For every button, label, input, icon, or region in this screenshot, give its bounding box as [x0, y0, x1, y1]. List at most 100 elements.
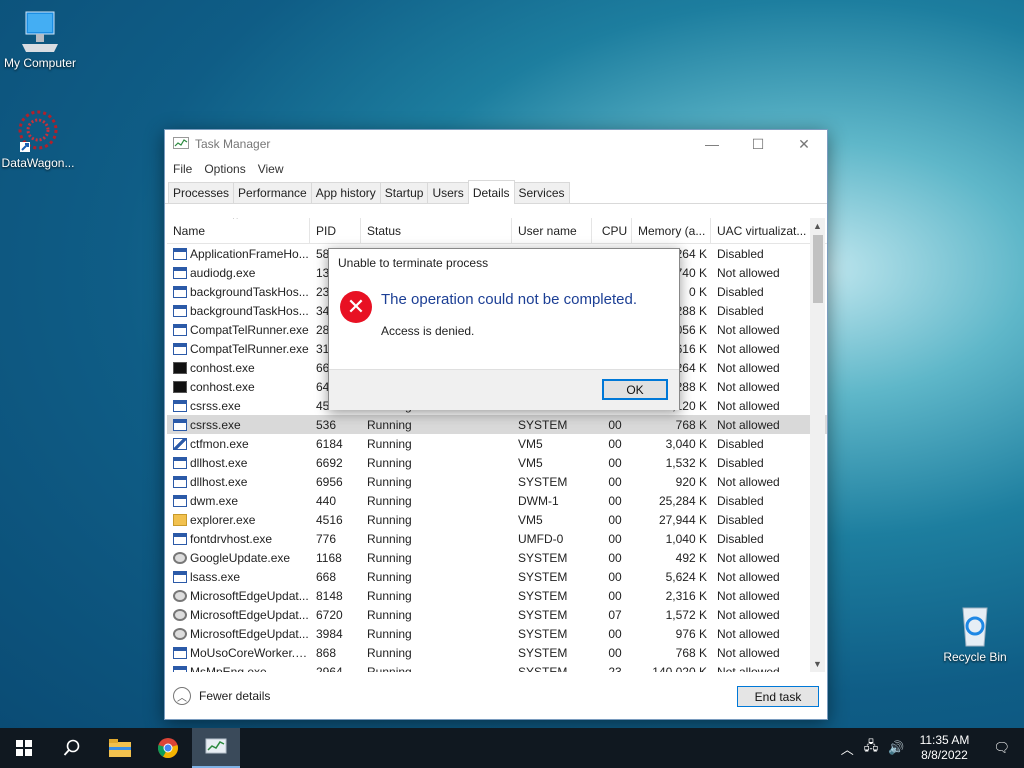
table-row[interactable]: MoUsoCoreWorker.e... 868 Running SYSTEM 00 76… [167, 643, 827, 662]
process-name-label: audiodg.exe [190, 265, 256, 280]
start-button[interactable] [0, 728, 48, 768]
end-task-button[interactable]: End task [737, 686, 819, 707]
process-name: MoUsoCoreWorker.e... [167, 646, 310, 660]
process-name: GoogleUpdate.exe [167, 551, 310, 565]
process-memory: 492 K [675, 550, 707, 565]
process-icon [173, 361, 187, 374]
process-pid: 776 [316, 531, 337, 546]
table-row[interactable]: explorer.exe 4516 Running VM5 00 27,944 K Disa… [167, 510, 827, 529]
process-status: Running [367, 436, 412, 451]
taskbar-chrome[interactable] [144, 728, 192, 768]
process-cpu: 00 [608, 436, 622, 451]
notification-icon[interactable]: 🗨 [979, 740, 1024, 756]
process-user: SYSTEM [518, 588, 568, 603]
process-uac: Not allowed [717, 379, 780, 394]
process-cpu: 00 [608, 474, 622, 489]
process-name-label: explorer.exe [190, 512, 256, 527]
process-name-label: dwm.exe [190, 493, 239, 508]
network-icon[interactable]: 🖧 [859, 737, 884, 759]
table-row[interactable]: dllhost.exe 6956 Running SYSTEM 00 920 K Not a… [167, 472, 827, 491]
column-header-uac[interactable]: UAC virtualizat... [711, 218, 813, 244]
close-button[interactable]: ✕ [781, 130, 827, 158]
column-header-memory[interactable]: Memory (a... [632, 218, 711, 244]
maximize-button[interactable]: ☐ [735, 130, 781, 158]
table-row[interactable]: MicrosoftEdgeUpdat... 3984 Running SYSTEM 00… [167, 624, 827, 643]
system-tray: ︿ 🖧 🔊 11:35 AM 8/8/2022 🗨 [836, 728, 1024, 768]
process-cpu: 00 [608, 569, 622, 584]
process-name-label: ctfmon.exe [190, 436, 249, 451]
search-button[interactable] [48, 728, 96, 768]
table-header: ^ Name PID Status User name CPU Memory (… [167, 218, 827, 244]
table-row[interactable]: MicrosoftEdgeUpdat... 6720 Running SYSTEM 07… [167, 605, 827, 624]
desktop-icon-label: DataWagon... [1, 156, 75, 170]
fewer-details-button[interactable]: ︿ Fewer details [173, 687, 270, 705]
chevron-up-icon[interactable]: ︿ [836, 739, 859, 758]
process-pid: 6692 [316, 455, 343, 470]
table-row[interactable]: MsMpEng.exe 2964 Running SYSTEM 23 140,020 K N… [167, 662, 827, 672]
error-icon: ✕ [340, 291, 372, 323]
column-header-cpu[interactable]: CPU [592, 218, 632, 244]
task-manager-icon [205, 738, 227, 754]
process-name-label: GoogleUpdate.exe [190, 550, 291, 565]
menu-file[interactable]: File [167, 162, 198, 176]
process-cpu: 00 [608, 531, 622, 546]
process-pid: 6720 [316, 607, 343, 622]
tab-processes[interactable]: Processes [168, 182, 235, 203]
process-cpu: 00 [608, 417, 622, 432]
table-row[interactable]: csrss.exe 536 Running SYSTEM 00 768 K Not allo… [167, 415, 827, 434]
process-name-label: backgroundTaskHos... [190, 284, 309, 299]
task-manager-window: Task Manager — ☐ ✕ File Options View Pro… [164, 129, 828, 720]
process-name-label: backgroundTaskHos... [190, 303, 309, 318]
title-bar[interactable]: Task Manager — ☐ ✕ [165, 130, 827, 158]
process-name: audiodg.exe [167, 266, 310, 280]
taskbar-task-manager[interactable] [192, 728, 240, 768]
volume-icon[interactable]: 🔊 [883, 740, 909, 756]
dialog-body: ✕ The operation could not be completed. … [329, 277, 679, 369]
process-uac: Not allowed [717, 417, 780, 432]
tab-users[interactable]: Users [427, 182, 469, 203]
process-memory: 140,020 K [652, 664, 707, 673]
process-uac: Not allowed [717, 474, 780, 489]
scroll-thumb[interactable] [813, 235, 823, 303]
dialog-title[interactable]: Unable to terminate process [329, 249, 679, 277]
process-name-label: conhost.exe [190, 360, 255, 375]
process-name: dllhost.exe [167, 475, 310, 489]
tab-startup[interactable]: Startup [379, 182, 429, 203]
process-uac: Not allowed [717, 341, 780, 356]
table-row[interactable]: dllhost.exe 6692 Running VM5 00 1,532 K Disabl… [167, 453, 827, 472]
table-row[interactable]: GoogleUpdate.exe 1168 Running SYSTEM 00 492 K… [167, 548, 827, 567]
table-row[interactable]: ctfmon.exe 6184 Running VM5 00 3,040 K Disable… [167, 434, 827, 453]
tab-performance[interactable]: Performance [233, 182, 312, 203]
process-memory: 5,624 K [665, 569, 707, 584]
table-row[interactable]: dwm.exe 440 Running DWM-1 00 25,284 K Disabled [167, 491, 827, 510]
process-name-label: MoUsoCoreWorker.e... [190, 645, 310, 660]
column-header-status[interactable]: Status [361, 218, 512, 244]
process-cpu: 00 [608, 512, 622, 527]
clock[interactable]: 11:35 AM 8/8/2022 [909, 733, 979, 763]
ok-button[interactable]: OK [602, 379, 668, 400]
minimize-button[interactable]: — [689, 130, 735, 158]
menu-options[interactable]: Options [198, 162, 251, 176]
process-memory: 768 K [675, 645, 707, 660]
sort-ascending-icon: ^ [233, 218, 238, 225]
tab-details[interactable]: Details [467, 180, 515, 204]
table-row[interactable]: MicrosoftEdgeUpdat... 8148 Running SYSTEM 00… [167, 586, 827, 605]
table-row[interactable]: lsass.exe 668 Running SYSTEM 00 5,624 K Not al… [167, 567, 827, 586]
tab-services[interactable]: Services [513, 182, 570, 203]
desktop-icon-datawagon[interactable]: DataWagon... [0, 108, 80, 170]
scroll-up-icon[interactable]: ▲ [810, 218, 825, 234]
column-header-pid[interactable]: PID [310, 218, 361, 244]
vertical-scrollbar[interactable]: ▲ ▼ [810, 218, 825, 672]
tab-app-history[interactable]: App history [310, 182, 381, 203]
desktop-icon-my-computer[interactable]: My Computer [0, 10, 82, 70]
desktop-icon-recycle-bin[interactable]: Recycle Bin [933, 604, 1017, 664]
scroll-down-icon[interactable]: ▼ [810, 656, 825, 672]
process-name: conhost.exe [167, 380, 310, 394]
menu-view[interactable]: View [252, 162, 290, 176]
taskbar-file-explorer[interactable] [96, 728, 144, 768]
column-header-name[interactable]: Name [167, 218, 310, 244]
process-cpu: 07 [608, 607, 622, 622]
desktop-icon-label: Recycle Bin [943, 650, 1007, 664]
table-row[interactable]: fontdrvhost.exe 776 Running UMFD-0 00 1,040 K… [167, 529, 827, 548]
column-header-user[interactable]: User name [512, 218, 592, 244]
